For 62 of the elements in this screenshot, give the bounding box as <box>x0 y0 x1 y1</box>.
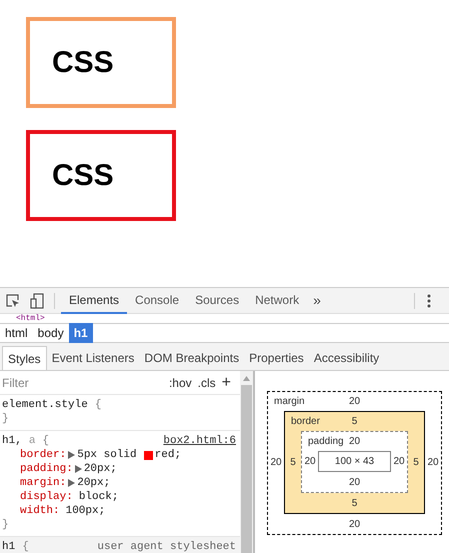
close-brace: } <box>2 518 10 532</box>
filter-field[interactable]: Filter <box>2 374 166 392</box>
box-value: 20 <box>426 456 440 470</box>
box-label: border <box>291 415 321 429</box>
hover-state-button[interactable]: :hov <box>166 374 195 392</box>
property-value: red; <box>154 448 182 462</box>
inspect-icon[interactable] <box>6 294 20 308</box>
property-name: width: <box>20 504 60 518</box>
css-selector: h1, <box>2 434 22 448</box>
box-value: 20 <box>269 456 283 470</box>
property-name: border: <box>20 448 66 462</box>
breadcrumb[interactable]: html <box>0 323 33 343</box>
breadcrumb[interactable]: body <box>32 323 69 343</box>
property-value: 20px; <box>77 476 110 490</box>
box-label: margin <box>274 395 306 409</box>
box-value: 5 <box>412 456 420 470</box>
dom-node[interactable]: <html> <box>0 314 449 323</box>
open-brace: { <box>94 398 102 412</box>
property-value: 5px solid <box>77 448 137 462</box>
more-options-icon[interactable] <box>427 294 431 308</box>
property-value: 100px; <box>66 504 106 518</box>
sidebar-tab[interactable]: Styles <box>2 346 47 370</box>
property-value: 20px; <box>84 462 117 476</box>
sidebar-tab[interactable]: DOM Breakpoints <box>139 346 244 370</box>
box-value: 20 <box>348 435 360 449</box>
box-value: 5 <box>352 415 358 429</box>
css-selector: a <box>28 434 36 448</box>
box-label: padding <box>308 435 345 449</box>
css-selector: h1 <box>2 540 16 553</box>
property-name: margin: <box>20 476 66 490</box>
panel-tab[interactable]: Network <box>247 288 308 314</box>
box-value: 20 <box>348 395 360 409</box>
sidebar-tab[interactable]: Accessibility <box>308 346 384 370</box>
breadcrumb[interactable]: h1 <box>68 323 93 343</box>
class-toggle-button[interactable]: .cls <box>194 374 219 392</box>
property-name: padding: <box>20 462 73 476</box>
box-value: 5 <box>352 496 358 510</box>
new-rule-button[interactable]: + <box>218 374 234 390</box>
content-box: 100 × 43 <box>318 451 391 472</box>
box-value: 20 <box>348 518 360 532</box>
more-tabs-button[interactable]: » <box>307 290 327 311</box>
css-selector: element.style <box>2 398 88 412</box>
panel-tab[interactable]: Sources <box>187 288 248 314</box>
color-swatch[interactable] <box>144 450 153 460</box>
source-link[interactable]: box2.html:6 <box>163 434 236 448</box>
sidebar-tab[interactable]: Event Listeners <box>46 346 140 370</box>
open-brace: { <box>42 434 50 448</box>
heading-box: CSS <box>26 17 176 108</box>
box-value: 5 <box>289 456 297 470</box>
device-icon[interactable] <box>30 292 44 308</box>
box-value: 20 <box>392 455 406 469</box>
box-value: 20 <box>348 476 360 490</box>
property-name: display: <box>20 490 73 504</box>
close-brace: } <box>2 412 10 426</box>
box-value: 20 <box>303 455 317 469</box>
rule-source: user agent stylesheet <box>97 540 236 553</box>
heading-box: CSS <box>26 130 176 221</box>
scrollbar[interactable] <box>240 371 253 553</box>
sidebar-tab[interactable]: Properties <box>244 346 309 370</box>
open-brace: { <box>22 540 29 553</box>
panel-tab[interactable]: Console <box>127 288 188 314</box>
property-value: block; <box>78 490 118 504</box>
